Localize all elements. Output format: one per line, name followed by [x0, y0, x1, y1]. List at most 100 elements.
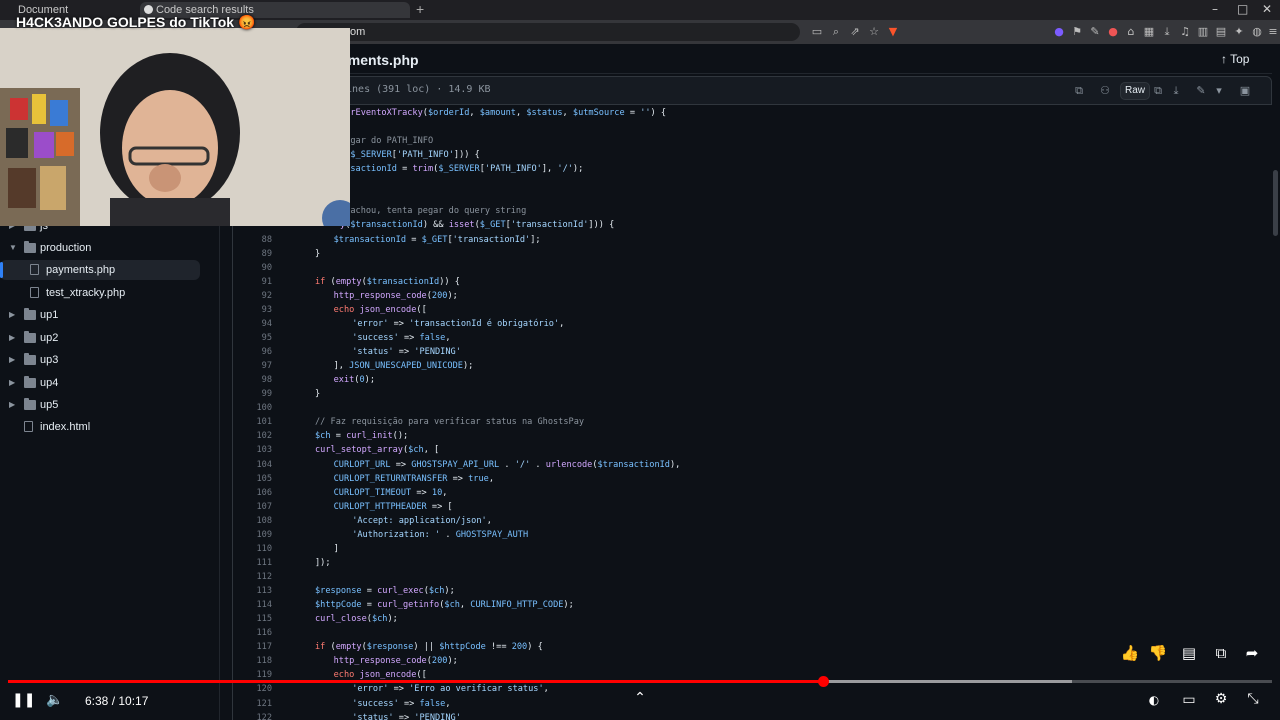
brave-shield-icon[interactable]: ▼	[886, 25, 900, 39]
extension-icon-3[interactable]: ✎	[1088, 25, 1102, 39]
line-number[interactable]: 92	[232, 289, 272, 303]
line-number[interactable]: 100	[232, 401, 272, 415]
extension-icon-1[interactable]: ●	[1052, 25, 1066, 39]
line-number[interactable]: 112	[232, 570, 272, 584]
line-number[interactable]: 102	[232, 429, 272, 443]
line-number[interactable]: 111	[232, 556, 272, 570]
raw-button[interactable]: Raw	[1120, 82, 1150, 100]
download-raw-icon[interactable]: ⤓	[1168, 83, 1184, 99]
top-button[interactable]: ↑ Top	[1221, 52, 1249, 66]
chevron-down-icon[interactable]: ▾	[1211, 83, 1227, 99]
comments-icon[interactable]: ▤	[1178, 642, 1200, 664]
chevron-down-icon[interactable]: ▼	[9, 238, 19, 258]
copy-icon[interactable]: ⧉	[1150, 83, 1166, 99]
settings-icon[interactable]: ⚙	[1212, 691, 1230, 707]
extension-icon-5[interactable]: ⌂	[1124, 25, 1138, 39]
tree-folder[interactable]: ▼ production	[0, 238, 200, 258]
code-line: t($_SERVER['PATH_INFO'])) {	[232, 148, 1262, 162]
maximize-icon[interactable]: □	[1237, 2, 1248, 16]
symbols-panel-icon[interactable]: ▣	[1237, 83, 1253, 99]
share-video-icon[interactable]: ➦	[1241, 642, 1263, 664]
line-number[interactable]: 121	[232, 697, 272, 711]
line-number[interactable]: 122	[232, 711, 272, 720]
sidebar-toggle-icon[interactable]: ▥	[1196, 25, 1210, 39]
line-content: curl_setopt_array($ch, [	[315, 443, 439, 457]
line-number[interactable]: 95	[232, 331, 272, 345]
tree-file[interactable]: index.html	[0, 417, 200, 437]
scrollbar-thumb[interactable]	[1273, 170, 1278, 236]
extension-icon-6[interactable]: ▦	[1142, 25, 1156, 39]
volume-icon[interactable]: 🔈	[46, 692, 64, 708]
tree-folder[interactable]: ▶ up4	[0, 373, 200, 393]
chevron-right-icon[interactable]: ▶	[9, 350, 19, 370]
line-number[interactable]: 110	[232, 542, 272, 556]
line-number[interactable]: 94	[232, 317, 272, 331]
like-icon[interactable]: 👍	[1119, 642, 1141, 664]
leo-icon[interactable]: ✦	[1232, 25, 1246, 39]
line-number[interactable]: 91	[232, 275, 272, 289]
url-input[interactable]: om	[296, 23, 800, 41]
chevron-right-icon[interactable]: ▶	[9, 395, 19, 415]
tree-folder[interactable]: ▶ up3	[0, 350, 200, 370]
download-icon[interactable]: ⤓	[1160, 25, 1174, 39]
tree-file[interactable]: payments.php	[0, 260, 200, 280]
line-number[interactable]: 118	[232, 654, 272, 668]
code-review-icon[interactable]: ⚇	[1097, 83, 1113, 99]
remix-icon[interactable]: ⧉	[1210, 642, 1232, 664]
line-number[interactable]: 106	[232, 486, 272, 500]
chevron-right-icon[interactable]: ▶	[9, 328, 19, 348]
line-number[interactable]: 115	[232, 612, 272, 626]
line-number[interactable]: 93	[232, 303, 272, 317]
bookmark-icon[interactable]: ☆	[867, 25, 881, 39]
fullscreen-exit-icon[interactable]: ⤡	[1245, 691, 1261, 707]
line-number[interactable]: 120	[232, 682, 272, 696]
zoom-icon[interactable]: ⌕	[829, 25, 843, 39]
line-number[interactable]: 104	[232, 458, 272, 472]
tree-folder[interactable]: ▶ up1	[0, 305, 200, 325]
line-number[interactable]: 101	[232, 415, 272, 429]
wallet-icon[interactable]: ▤	[1214, 25, 1228, 39]
edit-icon[interactable]: ✎	[1193, 83, 1209, 99]
line-content: iarEventoXTracky($orderId, $amount, $sta…	[340, 106, 666, 120]
extension-icon-2[interactable]: ⚑	[1070, 25, 1084, 39]
line-number[interactable]: 96	[232, 345, 272, 359]
line-number[interactable]: 89	[232, 247, 272, 261]
line-number[interactable]: 117	[232, 640, 272, 654]
chevron-up-icon[interactable]: ⌃	[632, 690, 648, 706]
tree-folder[interactable]: ▶ up2	[0, 328, 200, 348]
chevron-right-icon[interactable]: ▶	[9, 305, 19, 325]
music-icon[interactable]: ♫	[1178, 25, 1192, 39]
line-number[interactable]: 113	[232, 584, 272, 598]
line-number[interactable]: 114	[232, 598, 272, 612]
line-number[interactable]: 99	[232, 387, 272, 401]
minimize-icon[interactable]: –	[1212, 2, 1218, 16]
line-number[interactable]: 108	[232, 514, 272, 528]
scrollbar[interactable]	[1272, 44, 1280, 720]
screen-icon[interactable]: ▭	[810, 25, 824, 39]
chevron-right-icon[interactable]: ▶	[9, 373, 19, 393]
line-number[interactable]: 107	[232, 500, 272, 514]
line-number[interactable]: 97	[232, 359, 272, 373]
captions-icon[interactable]: ▭	[1180, 692, 1198, 708]
menu-icon[interactable]: ≡	[1266, 25, 1280, 39]
line-number[interactable]: 103	[232, 443, 272, 457]
vpn-icon[interactable]: ◍	[1250, 25, 1264, 39]
line-number[interactable]: 109	[232, 528, 272, 542]
line-number[interactable]: 98	[232, 373, 272, 387]
tree-file[interactable]: test_xtracky.php	[0, 283, 200, 303]
close-icon[interactable]: ✕	[1262, 2, 1272, 16]
dislike-icon[interactable]: 👎	[1147, 642, 1169, 664]
copilot-icon[interactable]: ⧉	[1071, 83, 1087, 99]
tree-folder[interactable]: ▶ up5	[0, 395, 200, 415]
line-number[interactable]: 105	[232, 472, 272, 486]
file-icon	[30, 287, 39, 298]
code-token: json_encode	[359, 670, 417, 681]
pause-button[interactable]: ❚❚	[12, 692, 35, 708]
share-icon[interactable]: ⇗	[848, 25, 862, 39]
extension-icon-4[interactable]: ●	[1106, 25, 1120, 39]
new-tab-button[interactable]: +	[416, 1, 424, 17]
autoplay-toggle[interactable]: ◐	[1145, 693, 1163, 707]
line-number[interactable]: 116	[232, 626, 272, 640]
line-number[interactable]: 90	[232, 261, 272, 275]
line-number[interactable]: 88	[232, 233, 272, 247]
